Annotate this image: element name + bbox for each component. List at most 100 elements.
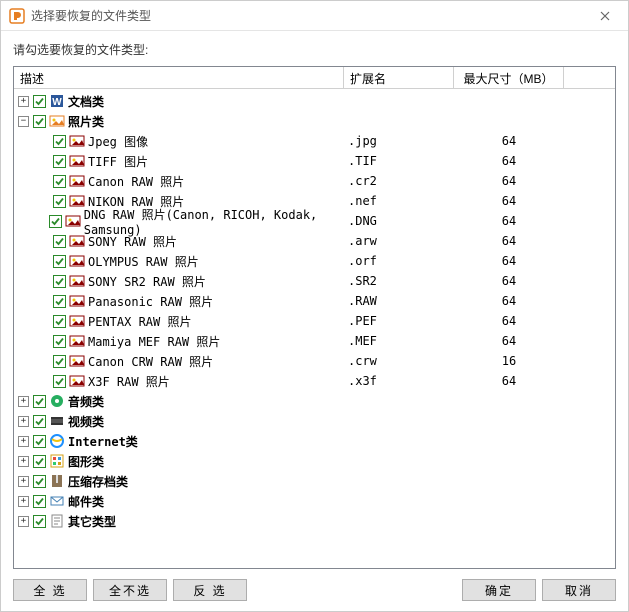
cancel-button[interactable]: 取消: [542, 579, 616, 601]
checkbox[interactable]: [53, 375, 66, 388]
expand-toggle[interactable]: +: [18, 516, 29, 527]
category-row-internet[interactable]: +Internet类: [14, 431, 615, 451]
filetype-label: SONY RAW 照片: [88, 233, 177, 250]
checkbox[interactable]: [33, 115, 46, 128]
checkbox[interactable]: [33, 475, 46, 488]
column-max-size[interactable]: 最大尺寸（MB）: [454, 67, 564, 88]
checkbox[interactable]: [53, 275, 66, 288]
filetype-row[interactable]: X3F RAW 照片.x3f64: [14, 371, 615, 391]
filetype-label: SONY SR2 RAW 照片: [88, 273, 206, 290]
filetype-row[interactable]: DNG RAW 照片(Canon, RICOH, Kodak, Samsung)…: [14, 211, 615, 231]
mail-icon: [49, 493, 65, 509]
filetype-ext: .PEF: [344, 314, 454, 328]
category-row-video[interactable]: +视频类: [14, 411, 615, 431]
img-icon: [69, 273, 85, 289]
invert-selection-button[interactable]: 反 选: [173, 579, 247, 601]
filetype-row[interactable]: PENTAX RAW 照片.PEF64: [14, 311, 615, 331]
filetype-label: Mamiya MEF RAW 照片: [88, 333, 220, 350]
category-row-other[interactable]: +其它类型: [14, 511, 615, 531]
filetype-ext: .TIF: [344, 154, 454, 168]
img-icon: [65, 213, 81, 229]
photo-icon: [49, 113, 65, 129]
category-row-doc[interactable]: +W文档类: [14, 91, 615, 111]
graphic-icon: [49, 453, 65, 469]
filetype-row[interactable]: TIFF 图片.TIF64: [14, 151, 615, 171]
filetype-ext: .SR2: [344, 274, 454, 288]
filetype-label: Canon RAW 照片: [88, 173, 184, 190]
filetype-row[interactable]: Canon CRW RAW 照片.crw16: [14, 351, 615, 371]
filetype-ext: .arw: [344, 234, 454, 248]
column-description[interactable]: 描述: [14, 67, 344, 88]
app-icon: [9, 8, 25, 24]
filetype-size: 64: [454, 174, 564, 188]
filetype-label: PENTAX RAW 照片: [88, 313, 191, 330]
expand-toggle[interactable]: +: [18, 396, 29, 407]
expand-toggle[interactable]: +: [18, 96, 29, 107]
expand-toggle[interactable]: +: [18, 416, 29, 427]
filetype-size: 64: [454, 334, 564, 348]
video-icon: [49, 413, 65, 429]
close-button[interactable]: [590, 2, 620, 30]
filetype-row[interactable]: SONY RAW 照片 .arw64: [14, 231, 615, 251]
filetype-size: 16: [454, 354, 564, 368]
checkbox[interactable]: [53, 235, 66, 248]
filetype-label: Panasonic RAW 照片: [88, 293, 213, 310]
filetype-row[interactable]: Mamiya MEF RAW 照片 .MEF64: [14, 331, 615, 351]
checkbox[interactable]: [33, 495, 46, 508]
filetype-size: 64: [454, 294, 564, 308]
checkbox[interactable]: [53, 135, 66, 148]
filetype-row[interactable]: Panasonic RAW 照片.RAW64: [14, 291, 615, 311]
filetype-row[interactable]: OLYMPUS RAW 照片.orf64: [14, 251, 615, 271]
checkbox[interactable]: [33, 395, 46, 408]
expand-toggle[interactable]: +: [18, 456, 29, 467]
expand-toggle[interactable]: +: [18, 476, 29, 487]
filetype-size: 64: [454, 374, 564, 388]
category-row-archive[interactable]: + 压缩存档类: [14, 471, 615, 491]
checkbox[interactable]: [33, 455, 46, 468]
column-extension[interactable]: 扩展名: [344, 67, 454, 88]
checkbox[interactable]: [53, 155, 66, 168]
img-icon: [69, 373, 85, 389]
category-label: 邮件类: [68, 493, 104, 510]
word-icon: W: [49, 93, 65, 109]
filetype-ext: .x3f: [344, 374, 454, 388]
checkbox[interactable]: [33, 435, 46, 448]
category-row-audio[interactable]: +音频类: [14, 391, 615, 411]
checkbox[interactable]: [33, 515, 46, 528]
filetype-size: 64: [454, 234, 564, 248]
filetype-row[interactable]: Jpeg 图像.jpg64: [14, 131, 615, 151]
select-all-button[interactable]: 全 选: [13, 579, 87, 601]
filetype-size: 64: [454, 134, 564, 148]
expand-toggle[interactable]: +: [18, 496, 29, 507]
checkbox[interactable]: [53, 315, 66, 328]
collapse-toggle[interactable]: −: [18, 116, 29, 127]
ok-button[interactable]: 确定: [462, 579, 536, 601]
category-label: 压缩存档类: [68, 473, 128, 490]
select-none-button[interactable]: 全不选: [93, 579, 167, 601]
filetype-ext: .DNG: [344, 214, 454, 228]
filetype-row[interactable]: SONY SR2 RAW 照片.SR264: [14, 271, 615, 291]
tree-body[interactable]: +W文档类−照片类Jpeg 图像.jpg64TIFF 图片.TIF64Canon…: [14, 89, 615, 568]
filetype-size: 64: [454, 214, 564, 228]
img-icon: [69, 133, 85, 149]
category-row-photo[interactable]: − 照片类: [14, 111, 615, 131]
checkbox[interactable]: [33, 95, 46, 108]
checkbox[interactable]: [53, 355, 66, 368]
checkbox[interactable]: [33, 415, 46, 428]
category-row-graphic[interactable]: +图形类: [14, 451, 615, 471]
checkbox[interactable]: [53, 295, 66, 308]
img-icon: [69, 153, 85, 169]
filetype-label: Jpeg 图像: [88, 133, 148, 150]
img-icon: [69, 293, 85, 309]
footer: 全 选 全不选 反 选 确定 取消: [1, 569, 628, 611]
category-label: 照片类: [68, 113, 104, 130]
filetype-ext: .MEF: [344, 334, 454, 348]
category-row-mail[interactable]: + 邮件类: [14, 491, 615, 511]
checkbox[interactable]: [53, 175, 66, 188]
checkbox[interactable]: [49, 215, 62, 228]
checkbox[interactable]: [53, 255, 66, 268]
expand-toggle[interactable]: +: [18, 436, 29, 447]
filetype-size: 64: [454, 154, 564, 168]
filetype-row[interactable]: Canon RAW 照片.cr264: [14, 171, 615, 191]
checkbox[interactable]: [53, 335, 66, 348]
